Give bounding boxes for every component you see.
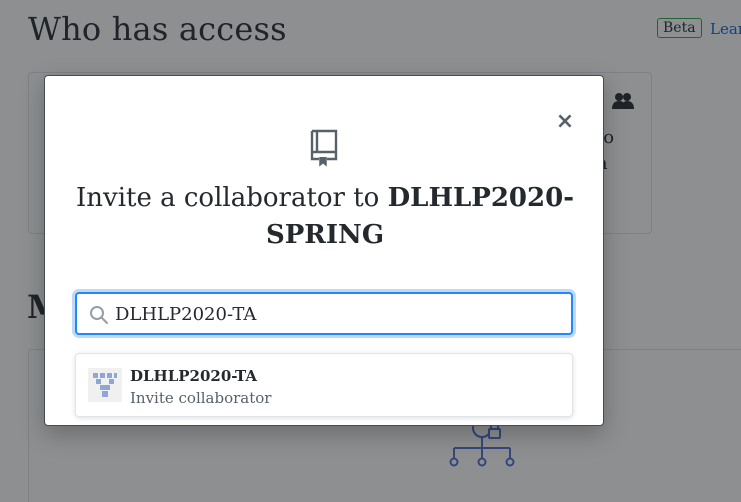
- close-icon[interactable]: ×: [553, 110, 577, 134]
- invite-collaborator-dialog: × Invite a collaborator to DLHLP2020-SPR…: [44, 75, 604, 426]
- dialog-title: Invite a collaborator to DLHLP2020-SPRIN…: [65, 180, 585, 254]
- collaborator-search-input[interactable]: [115, 298, 555, 331]
- dialog-title-prefix: Invite a collaborator to: [75, 183, 388, 213]
- suggestion-name: DLHLP2020-TA: [130, 367, 258, 385]
- repo-icon: [310, 129, 338, 167]
- suggestion-item[interactable]: DLHLP2020-TA Invite collaborator: [75, 353, 573, 417]
- avatar: [88, 368, 122, 402]
- collaborator-search-field[interactable]: [75, 292, 573, 335]
- search-icon: [90, 306, 108, 324]
- suggestion-action: Invite collaborator: [130, 389, 272, 407]
